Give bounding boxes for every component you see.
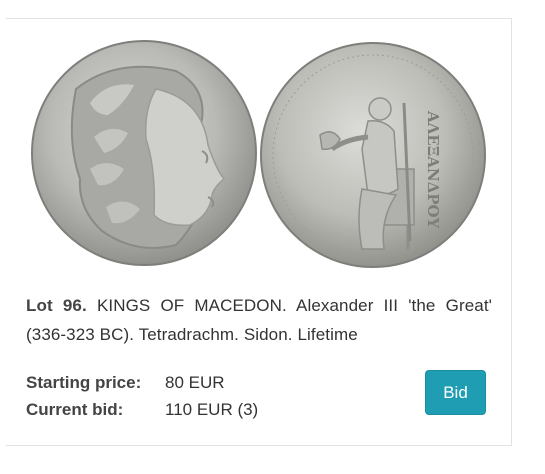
lot-description: Lot 96. KINGS OF MACEDON. Alexander III … [26,291,492,349]
starting-price-label: Starting price: [26,373,142,392]
current-bid-row: Current bid: 110 EUR (3) [26,396,258,423]
lot-card: ΑΛΕΞΑΝΔΡΟΥ Lot 96. KINGS OF MACEDON. Ale… [6,18,512,446]
price-info: Starting price: 80 EUR Current bid: 110 … [26,369,258,423]
lot-title[interactable]: KINGS OF MACEDON. Alexander III 'the Gre… [26,296,492,344]
current-bid-value: 110 EUR (3) [165,400,259,419]
lot-number[interactable]: Lot 96. [26,296,87,315]
coin-image[interactable]: ΑΛΕΞΑΝΔΡΟΥ [6,19,512,277]
coin-reverse-zeus-icon: ΑΛΕΞΑΝΔΡΟΥ [260,42,486,268]
starting-price-value: 80 EUR [165,373,225,392]
bid-button[interactable]: Bid [425,370,486,415]
coin-image-graphic: ΑΛΕΞΑΝΔΡΟΥ [31,40,486,268]
reverse-legend: ΑΛΕΞΑΝΔΡΟΥ [424,110,442,229]
coin-obverse-heracles-icon [31,40,257,266]
starting-price-row: Starting price: 80 EUR [26,369,258,396]
current-bid-label: Current bid: [26,400,124,419]
